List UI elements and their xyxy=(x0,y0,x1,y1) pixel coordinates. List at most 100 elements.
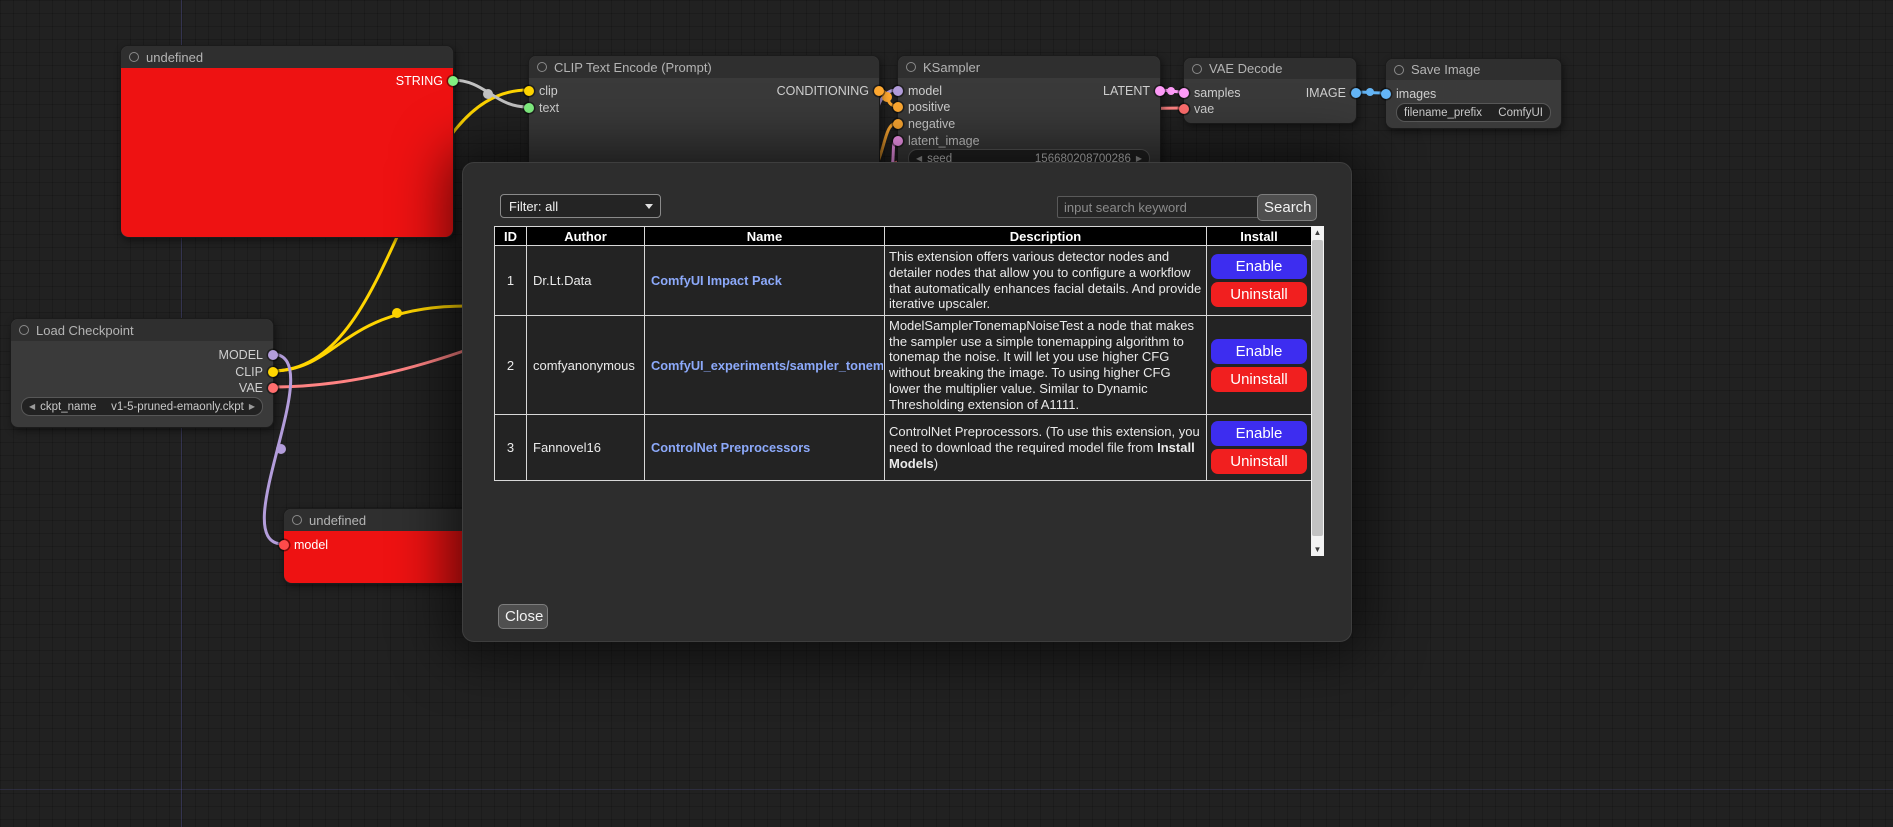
node-title-bar[interactable]: KSampler xyxy=(898,56,1160,78)
uninstall-button[interactable]: Uninstall xyxy=(1211,449,1307,474)
output-label: MODEL xyxy=(219,348,263,362)
images-input-dot[interactable] xyxy=(1381,89,1391,99)
extension-link[interactable]: ComfyUI Impact Pack xyxy=(651,273,883,288)
negative-input-dot[interactable] xyxy=(893,119,903,129)
enable-button[interactable]: Enable xyxy=(1211,339,1307,364)
widget-label: filename_prefix xyxy=(1404,107,1482,119)
output-label: CLIP xyxy=(235,365,263,379)
ext-author: Fannovel16 xyxy=(527,415,645,481)
widget-value: ComfyUI xyxy=(1498,107,1543,119)
ext-id: 2 xyxy=(495,316,527,415)
col-header-id: ID xyxy=(495,227,527,246)
model-input-dot[interactable] xyxy=(279,540,289,550)
node-undefined-top[interactable]: undefined STRING xyxy=(120,45,454,238)
node-vae-decode[interactable]: VAE Decode samples vae IMAGE xyxy=(1183,57,1357,124)
node-title-bar[interactable]: VAE Decode xyxy=(1184,58,1356,79)
collapse-dot-icon[interactable] xyxy=(537,62,547,72)
node-title: KSampler xyxy=(923,60,980,75)
scroll-up-icon[interactable]: ▲ xyxy=(1311,226,1324,239)
node-title-bar[interactable]: Save Image xyxy=(1386,59,1561,80)
model-output-dot[interactable] xyxy=(268,350,278,360)
input-label: model xyxy=(294,538,328,552)
extension-row: 3 Fannovel16 ControlNet Preprocessors Co… xyxy=(495,415,1312,481)
collapse-dot-icon[interactable] xyxy=(292,515,302,525)
uninstall-button[interactable]: Uninstall xyxy=(1211,367,1307,392)
output-label: STRING xyxy=(396,74,443,88)
ext-description: This extension offers various detector n… xyxy=(885,246,1207,316)
output-label: VAE xyxy=(239,381,263,395)
ckpt-name-widget[interactable]: ◀ ckpt_name v1-5-pruned-emaonly.ckpt ▶ xyxy=(21,397,263,416)
ext-description: ModelSamplerTonemapNoiseTest a node that… xyxy=(885,316,1207,415)
vae-output-dot[interactable] xyxy=(268,383,278,393)
node-load-checkpoint[interactable]: Load Checkpoint MODEL CLIP VAE ◀ ckpt_na… xyxy=(10,318,274,428)
scrollbar[interactable]: ▲ ▼ xyxy=(1311,226,1324,556)
enable-button[interactable]: Enable xyxy=(1211,421,1307,446)
collapse-dot-icon[interactable] xyxy=(1192,64,1202,74)
enable-button[interactable]: Enable xyxy=(1211,254,1307,279)
node-title: Save Image xyxy=(1411,62,1480,77)
node-ksampler[interactable]: KSampler model positive negative latent_… xyxy=(897,55,1161,179)
clip-output-dot[interactable] xyxy=(268,367,278,377)
collapse-dot-icon[interactable] xyxy=(906,62,916,72)
filter-select[interactable]: Filter: all xyxy=(500,194,661,218)
node-title-bar[interactable]: CLIP Text Encode (Prompt) xyxy=(529,56,879,78)
latent-image-input-dot[interactable] xyxy=(893,136,903,146)
input-label: vae xyxy=(1194,102,1214,116)
input-label: images xyxy=(1396,87,1436,101)
extension-list-scroll-area: ID Author Name Description Install 1 Dr.… xyxy=(494,226,1324,556)
widget-value: v1-5-pruned-emaonly.ckpt xyxy=(111,401,244,413)
text-input-dot[interactable] xyxy=(524,103,534,113)
custom-nodes-manager-dialog: Filter: all Search ID Author Name Descri… xyxy=(462,162,1352,642)
node-title: VAE Decode xyxy=(1209,61,1282,76)
extension-row: 1 Dr.Lt.Data ComfyUI Impact Pack This ex… xyxy=(495,246,1312,316)
node-title: Load Checkpoint xyxy=(36,323,134,338)
collapse-dot-icon[interactable] xyxy=(1394,65,1404,75)
latent-output-dot[interactable] xyxy=(1155,86,1165,96)
extension-link[interactable]: ControlNet Preprocessors xyxy=(651,440,883,455)
output-label: CONDITIONING xyxy=(777,84,869,98)
node-save-image[interactable]: Save Image images filename_prefix ComfyU… xyxy=(1385,58,1562,129)
output-label: IMAGE xyxy=(1306,86,1346,100)
canvas-axis-horizontal xyxy=(0,789,1893,790)
node-body: MODEL CLIP VAE ◀ ckpt_name v1-5-pruned-e… xyxy=(11,341,273,427)
extension-row: 2 comfyanonymous ComfyUI_experiments/sam… xyxy=(495,316,1312,415)
increment-arrow-icon[interactable]: ▶ xyxy=(249,403,255,411)
input-label: positive xyxy=(908,100,950,114)
col-header-install: Install xyxy=(1207,227,1312,246)
collapse-dot-icon[interactable] xyxy=(19,325,29,335)
decrement-arrow-icon[interactable]: ◀ xyxy=(29,403,35,411)
filename-prefix-widget[interactable]: filename_prefix ComfyUI xyxy=(1396,103,1551,122)
table-header-row: ID Author Name Description Install xyxy=(495,227,1312,246)
node-title-bar[interactable]: undefined xyxy=(121,46,453,68)
string-output-dot[interactable] xyxy=(448,76,458,86)
widget-label: ckpt_name xyxy=(40,401,96,413)
ext-id: 3 xyxy=(495,415,527,481)
col-header-name: Name xyxy=(645,227,885,246)
vae-input-dot[interactable] xyxy=(1179,104,1189,114)
image-output-dot[interactable] xyxy=(1351,88,1361,98)
ext-author: Dr.Lt.Data xyxy=(527,246,645,316)
node-body: samples vae IMAGE xyxy=(1184,79,1356,123)
close-button[interactable]: Close xyxy=(498,604,548,629)
positive-input-dot[interactable] xyxy=(893,102,903,112)
scrollbar-thumb[interactable] xyxy=(1312,240,1323,536)
scroll-down-icon[interactable]: ▼ xyxy=(1311,543,1324,556)
node-title: CLIP Text Encode (Prompt) xyxy=(554,60,712,75)
input-label: latent_image xyxy=(908,134,980,148)
node-body: images filename_prefix ComfyUI xyxy=(1386,80,1561,128)
col-header-author: Author xyxy=(527,227,645,246)
node-title-bar[interactable]: Load Checkpoint xyxy=(11,319,273,341)
input-label: text xyxy=(539,101,559,115)
search-button[interactable]: Search xyxy=(1257,194,1317,221)
uninstall-button[interactable]: Uninstall xyxy=(1211,282,1307,307)
node-title: undefined xyxy=(146,50,203,65)
ext-description: ControlNet Preprocessors. (To use this e… xyxy=(885,415,1207,481)
collapse-dot-icon[interactable] xyxy=(129,52,139,62)
ext-author: comfyanonymous xyxy=(527,316,645,415)
extension-link[interactable]: ComfyUI_experiments/sampler_tonemap xyxy=(651,358,883,373)
conditioning-output-dot[interactable] xyxy=(874,86,884,96)
input-label: negative xyxy=(908,117,955,131)
search-input[interactable] xyxy=(1057,196,1259,218)
extension-table: ID Author Name Description Install 1 Dr.… xyxy=(494,226,1312,481)
col-header-description: Description xyxy=(885,227,1207,246)
